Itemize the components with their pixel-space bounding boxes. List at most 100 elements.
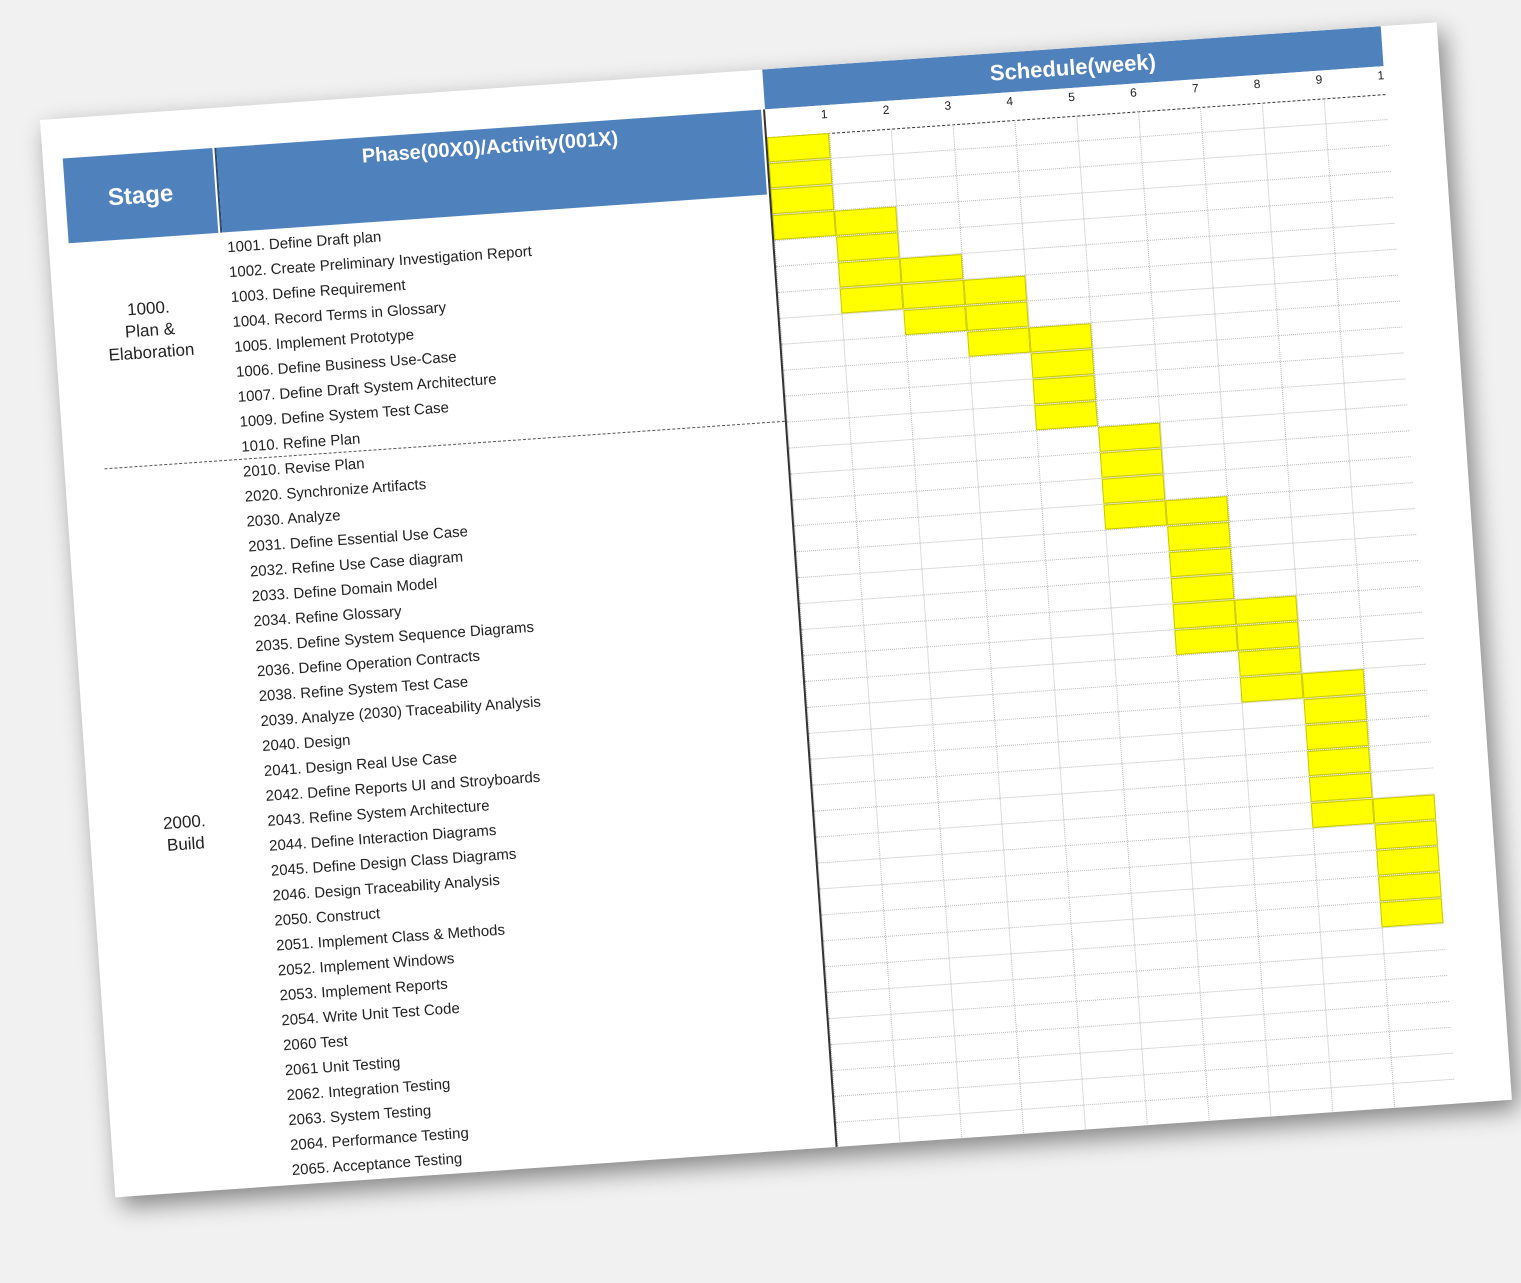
- grid-cell: [785, 392, 849, 422]
- week-label: 8: [1253, 76, 1261, 92]
- grid-cell: [1252, 854, 1317, 885]
- grid-row: [841, 1157, 1462, 1198]
- grid-cell: [1088, 1179, 1153, 1198]
- grid-cell: [1316, 876, 1380, 906]
- grid-cell: [1061, 790, 1126, 820]
- grid-cell: [1203, 154, 1268, 184]
- grid-cell: [977, 483, 1042, 513]
- grid-cell: [936, 772, 1000, 803]
- grid-cell: [1001, 820, 1066, 850]
- grid-cell: [1247, 777, 1311, 807]
- grid-cell: [1065, 841, 1129, 872]
- grid-cell: [1325, 120, 1390, 150]
- grid-cell: [1317, 902, 1382, 932]
- grid-cell: [970, 379, 1035, 409]
- grid-cell: [1385, 975, 1449, 1006]
- schedule-bar-cell: [768, 158, 833, 189]
- grid-cell: [1083, 215, 1148, 245]
- grid-cell: [1185, 781, 1249, 811]
- grid-cell: [1212, 1170, 1277, 1198]
- grid-cell: [1283, 409, 1348, 439]
- grid-cell: [1134, 941, 1198, 971]
- grid-cell: [777, 288, 842, 318]
- grid-cell: [1081, 189, 1146, 219]
- grid-cell: [1350, 483, 1415, 513]
- grid-cell: [1354, 535, 1419, 565]
- grid-cell: [1105, 526, 1169, 556]
- grid-cell: [1025, 1157, 1089, 1187]
- grid-cell: [1299, 643, 1364, 673]
- grid-cell: [1077, 1023, 1142, 1053]
- grid-cell: [788, 444, 853, 474]
- grid-cell: [1298, 617, 1362, 647]
- grid-cell: [1068, 893, 1133, 924]
- grid-cell: [1248, 803, 1313, 833]
- grid-cell: [1110, 604, 1175, 634]
- grid-cell: [817, 859, 882, 889]
- grid-cell: [1141, 1045, 1206, 1075]
- grid-cell: [1090, 318, 1155, 349]
- schedule-bar-cell: [1239, 673, 1304, 703]
- grid-cell: [1116, 681, 1180, 712]
- grid-cell: [907, 357, 971, 388]
- grid-cell: [1150, 288, 1215, 318]
- grid-cell: [1397, 1157, 1462, 1187]
- grid-cell: [1363, 664, 1428, 694]
- week-label: 5: [1067, 89, 1076, 105]
- grid-cell: [1270, 1114, 1335, 1144]
- grid-cell: [1132, 915, 1197, 945]
- grid-cell: [1278, 331, 1342, 362]
- grid-cell: [1341, 353, 1406, 383]
- grid-cell: [896, 202, 960, 232]
- grid-cell: [834, 1092, 898, 1122]
- grid-cell: [1145, 1096, 1209, 1127]
- grid-cell: [1396, 1131, 1460, 1161]
- grid-cell: [1370, 768, 1435, 798]
- grid-cell: [981, 535, 1046, 565]
- grid-cell: [821, 911, 885, 941]
- activity-list: 1001. Define Draft plan 1002. Create Prel…: [226, 198, 834, 1198]
- grid-cell: [976, 457, 1040, 487]
- grid-cell: [1352, 509, 1417, 539]
- grid-cell: [994, 716, 1058, 746]
- grid-cell: [954, 1032, 1018, 1062]
- grid-cell: [1070, 919, 1135, 950]
- grid-cell: [854, 491, 918, 522]
- grid-cell: [932, 720, 996, 751]
- week-label: 9: [1315, 72, 1323, 87]
- grid-cell: [874, 777, 938, 807]
- grid-cell: [912, 435, 977, 465]
- grid-cell: [1334, 249, 1399, 279]
- grid-cell: [781, 340, 846, 370]
- week-label: 6: [1129, 85, 1138, 100]
- grid-cell: [850, 439, 915, 470]
- grid-cell: [1023, 1131, 1087, 1161]
- grid-cell: [1330, 1083, 1395, 1114]
- grid-cell: [1085, 241, 1149, 271]
- grid-cell: [1121, 759, 1186, 790]
- schedule-bar-cell: [839, 284, 904, 314]
- grid-cell: [901, 1166, 965, 1196]
- grid-cell: [1083, 1101, 1147, 1131]
- grid-cell: [779, 314, 844, 344]
- grid-cell: [1063, 815, 1127, 846]
- schedule-bar-cell: [899, 254, 964, 284]
- grid-cell: [892, 1036, 956, 1066]
- schedule-bar-cell: [1236, 621, 1300, 651]
- grid-cell: [1329, 171, 1393, 202]
- grid-cell: [843, 336, 907, 366]
- grid-cell: [888, 984, 953, 1014]
- grid-cell: [1112, 630, 1177, 660]
- grid-cell: [1287, 461, 1351, 491]
- grid-cell: [1143, 184, 1208, 215]
- grid-cell: [990, 664, 1055, 694]
- grid-cell: [985, 586, 1049, 617]
- grid-cell: [910, 409, 975, 439]
- grid-cell: [1328, 1058, 1393, 1088]
- grid-cell: [1219, 388, 1284, 418]
- grid-cell: [790, 470, 855, 500]
- grid-cell: [999, 794, 1064, 824]
- grid-cell: [810, 755, 875, 785]
- grid-cell: [1143, 1071, 1207, 1101]
- grid-cell: [1156, 366, 1220, 396]
